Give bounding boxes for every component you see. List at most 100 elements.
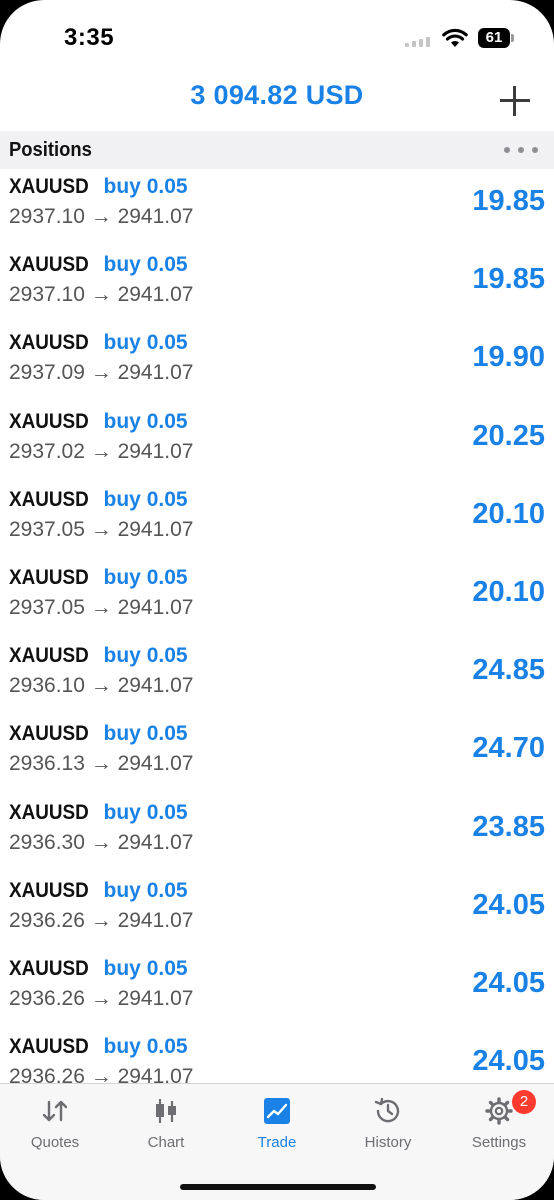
positions-list: XAUUSD buy 0.05 2937.10 → 2941.07 19.85 XAU… [0,169,554,1083]
position-profit: 19.85 [472,263,545,296]
battery-cap [511,34,514,42]
battery-indicator: 61 [478,28,510,48]
position-symbol: XAUUSD [9,1035,89,1059]
position-prices: 2937.09 → 2941.07 [9,361,194,385]
position-title: XAUUSD buy 0.05 [9,1035,188,1059]
history-clock-icon [374,1097,400,1123]
ellipsis-icon[interactable] [504,147,538,153]
position-prices: 2937.10 → 2941.07 [9,205,194,228]
position-row[interactable]: XAUUSD buy 0.05 2936.10 → 2941.07 24.85 [0,638,554,716]
position-profit: 24.70 [472,732,545,765]
position-side-volume: buy 0.05 [103,253,188,277]
position-prices: 2936.13 → 2941.07 [9,752,194,776]
tab-trade[interactable]: Trade [222,1084,332,1164]
gear-icon [485,1097,513,1125]
position-row[interactable]: XAUUSD buy 0.05 2937.09 → 2941.07 19.90 [0,325,554,403]
position-side-volume: buy 0.05 [103,878,188,902]
position-side-volume: buy 0.05 [103,956,188,980]
position-profit: 24.85 [472,654,545,687]
position-title: XAUUSD buy 0.05 [9,566,188,590]
tab-history[interactable]: History [333,1084,443,1164]
wifi-icon [442,28,468,47]
position-profit: 19.90 [472,341,545,374]
position-row[interactable]: XAUUSD buy 0.05 2936.30 → 2941.07 23.85 [0,795,554,873]
position-title: XAUUSD buy 0.05 [9,410,188,434]
tab-label: Trade [257,1134,297,1151]
tab-label: History [364,1134,412,1151]
position-prices: 2936.26 → 2941.07 [9,1065,194,1083]
tab-settings[interactable]: 2 Settings [444,1084,554,1164]
trade-chart-icon [264,1098,290,1124]
position-title: XAUUSD buy 0.05 [9,253,188,277]
position-profit: 20.10 [472,497,545,530]
position-symbol: XAUUSD [9,644,89,668]
position-profit: 24.05 [472,888,545,921]
position-side-volume: buy 0.05 [103,331,188,355]
position-side-volume: buy 0.05 [103,565,188,589]
tab-quotes[interactable]: Quotes [0,1084,110,1164]
home-indicator[interactable] [180,1184,376,1190]
position-title: XAUUSD buy 0.05 [9,644,188,668]
position-side-volume: buy 0.05 [103,409,188,433]
position-profit: 23.85 [472,810,545,843]
position-row[interactable]: XAUUSD buy 0.05 2936.13 → 2941.07 24.70 [0,716,554,794]
position-profit: 24.05 [472,1045,545,1078]
position-row[interactable]: XAUUSD buy 0.05 2936.26 → 2941.07 24.05 [0,1029,554,1083]
position-row[interactable]: XAUUSD buy 0.05 2937.05 → 2941.07 20.10 [0,560,554,638]
arrows-updown-icon [42,1100,68,1122]
position-side-volume: buy 0.05 [103,644,188,668]
position-symbol: XAUUSD [9,253,89,277]
position-title: XAUUSD buy 0.05 [9,488,188,512]
account-balance[interactable]: 3 094.82 USD [0,80,554,111]
position-prices: 2937.05 → 2941.07 [9,595,194,619]
position-row[interactable]: XAUUSD buy 0.05 2937.02 → 2941.07 20.25 [0,404,554,482]
position-prices: 2936.10 → 2941.07 [9,674,194,698]
position-prices: 2937.10 → 2941.07 [9,283,194,307]
position-profit: 24.05 [472,966,545,999]
status-time: 3:35 [64,24,115,51]
position-symbol: XAUUSD [9,175,89,198]
notification-badge: 2 [512,1090,536,1114]
position-prices: 2936.26 → 2941.07 [9,986,194,1010]
position-title: XAUUSD buy 0.05 [9,879,188,903]
position-title: XAUUSD buy 0.05 [9,331,188,355]
position-profit: 20.25 [472,419,545,452]
position-symbol: XAUUSD [9,878,89,902]
position-profit: 20.10 [472,575,545,608]
section-title: Positions [9,139,92,161]
position-prices: 2937.02 → 2941.07 [9,439,194,463]
position-symbol: XAUUSD [9,565,89,589]
position-row[interactable]: XAUUSD buy 0.05 2937.10 → 2941.07 19.85 [0,247,554,325]
position-symbol: XAUUSD [9,722,89,746]
plus-icon[interactable] [500,86,530,116]
positions-section-header: Positions [0,131,554,169]
position-row[interactable]: XAUUSD buy 0.05 2937.05 → 2941.07 20.10 [0,482,554,560]
position-symbol: XAUUSD [9,487,89,511]
header: 3 094.82 USD [0,70,554,130]
position-side-volume: buy 0.05 [103,1035,188,1059]
position-symbol: XAUUSD [9,331,89,355]
position-side-volume: buy 0.05 [103,800,188,824]
position-symbol: XAUUSD [9,409,89,433]
tab-label: Quotes [30,1134,80,1151]
position-prices: 2937.05 → 2941.07 [9,517,194,541]
candlestick-icon [156,1099,176,1123]
tab-bar: Quotes Chart Trade History 2 Settings [0,1083,554,1200]
position-prices: 2936.30 → 2941.07 [9,830,194,854]
position-prices: 2936.26 → 2941.07 [9,908,194,932]
cellular-signal-icon [405,37,433,47]
position-profit: 19.85 [472,185,545,217]
position-title: XAUUSD buy 0.05 [9,175,188,199]
position-title: XAUUSD buy 0.05 [9,957,188,981]
position-row[interactable]: XAUUSD buy 0.05 2936.26 → 2941.07 24.05 [0,951,554,1029]
app-screen: 3:35 61 3 094.82 USD Positions XAUUSD bu… [0,0,554,1200]
position-side-volume: buy 0.05 [103,175,188,198]
position-row[interactable]: XAUUSD buy 0.05 2936.26 → 2941.07 24.05 [0,873,554,951]
position-symbol: XAUUSD [9,956,89,980]
tab-label: Chart [147,1134,185,1151]
position-symbol: XAUUSD [9,800,89,824]
position-side-volume: buy 0.05 [103,722,188,746]
position-title: XAUUSD buy 0.05 [9,722,188,746]
tab-chart[interactable]: Chart [111,1084,221,1164]
position-row[interactable]: XAUUSD buy 0.05 2937.10 → 2941.07 19.85 [0,169,554,247]
